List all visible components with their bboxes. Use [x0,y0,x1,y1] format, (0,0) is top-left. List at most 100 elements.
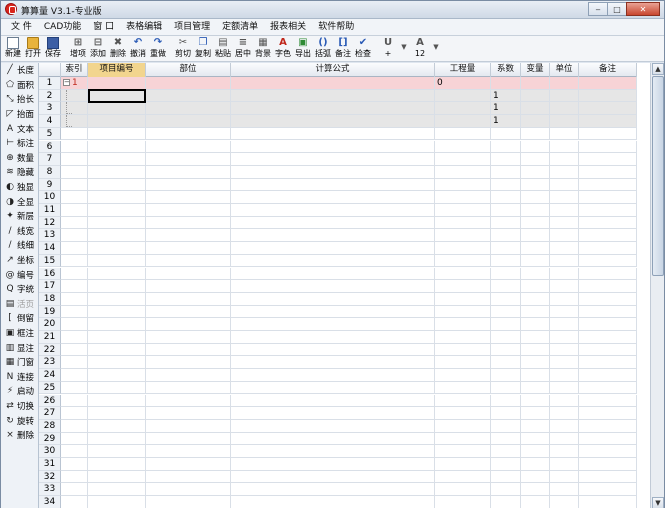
cell-part[interactable] [146,153,231,166]
cell-var[interactable] [521,102,550,116]
cell-unit[interactable] [550,254,579,268]
cell-var[interactable] [521,470,550,484]
sidebar-tool-4[interactable]: A 文本 [1,121,38,136]
row-number[interactable]: 9 [39,178,61,192]
cell-formula[interactable] [231,292,435,306]
sidebar-tool-21[interactable]: N 连接 [1,369,38,384]
sidebar-tool-15[interactable]: Q 字统 [1,282,38,297]
row-number[interactable]: 6 [39,140,61,154]
cell-coef[interactable] [491,445,521,458]
cell-formula[interactable] [231,458,435,471]
cell-formula[interactable] [231,483,435,497]
cell-formula[interactable] [231,115,435,128]
cell-formula[interactable] [231,305,435,319]
cell-unit[interactable] [550,445,579,458]
row-number[interactable]: 31 [39,458,61,471]
cell-qty[interactable] [435,394,491,408]
cell-coef[interactable] [491,204,521,217]
cell-part[interactable] [146,305,231,319]
row-number[interactable]: 24 [39,369,61,382]
cell-part[interactable] [146,216,231,230]
toolbar-button-6[interactable]: ↶ 撤消 [128,36,148,61]
cell-unit[interactable] [550,381,579,395]
cell-qty[interactable] [435,369,491,382]
sidebar-tool-0[interactable]: ╱ 长度 [1,63,38,78]
cell-code[interactable] [88,115,146,128]
cell-formula[interactable] [231,89,435,103]
row-number[interactable]: 30 [39,445,61,458]
cell-code[interactable] [88,267,146,281]
cell-var[interactable] [521,127,550,141]
cell-coef[interactable] [491,153,521,166]
cell-formula[interactable] [231,470,435,484]
cell-index[interactable] [61,445,88,458]
sidebar-tool-10[interactable]: ✦ 新层 [1,209,38,224]
cell-unit[interactable] [550,191,579,204]
row-number[interactable]: 28 [39,419,61,433]
cell-var[interactable] [521,254,550,268]
cell-note[interactable] [579,191,637,204]
cell-var[interactable] [521,204,550,217]
cell-coef[interactable] [491,305,521,319]
cell-unit[interactable] [550,407,579,420]
cell-qty[interactable] [435,140,491,154]
cell-formula[interactable] [231,153,435,166]
cell-unit[interactable] [550,165,579,179]
cell-formula[interactable] [231,381,435,395]
cell-unit[interactable] [550,483,579,497]
cell-var[interactable] [521,216,550,230]
row-number[interactable]: 16 [39,267,61,281]
toolbar-button-7[interactable]: ↷ 重做 [148,36,168,61]
cell-code[interactable] [88,394,146,408]
cell-qty[interactable] [435,216,491,230]
cell-qty[interactable] [435,356,491,370]
row-number[interactable]: 26 [39,394,61,408]
cell-coef[interactable] [491,216,521,230]
row-number[interactable]: 7 [39,153,61,166]
cell-code[interactable] [88,407,146,420]
cell-note[interactable] [579,458,637,471]
cell-var[interactable] [521,381,550,395]
cell-index[interactable] [61,496,88,508]
row-number[interactable]: 33 [39,483,61,497]
menu-item-2[interactable]: 窗 口 [87,19,120,35]
cell-qty[interactable] [435,381,491,395]
cell-coef[interactable] [491,191,521,204]
cell-note[interactable] [579,178,637,192]
cell-note[interactable] [579,432,637,446]
cell-part[interactable] [146,483,231,497]
cell-note[interactable] [579,204,637,217]
active-cell-cursor[interactable] [88,89,146,103]
sidebar-tool-16[interactable]: ▤ 活页 [1,297,38,312]
cell-index[interactable] [61,394,88,408]
sidebar-tool-9[interactable]: ◑ 全显 [1,194,38,209]
cell-note[interactable] [579,305,637,319]
cell-coef[interactable] [491,127,521,141]
cell-index[interactable] [61,407,88,420]
toolbar-button-1[interactable]: 打开 [23,36,43,61]
cell-qty[interactable] [435,458,491,471]
column-header-7[interactable]: 变量 [521,63,550,77]
toolbar-button-0[interactable]: 新建 [3,36,23,61]
cell-note[interactable] [579,89,637,103]
cell-unit[interactable] [550,216,579,230]
toolbar-button-17[interactable]: ✔ 检查 [353,36,373,61]
cell-qty[interactable] [435,305,491,319]
row-number[interactable]: 22 [39,343,61,357]
row-number[interactable]: 12 [39,216,61,230]
sidebar-tool-14[interactable]: @ 编号 [1,267,38,282]
cell-coef[interactable] [491,394,521,408]
cell-part[interactable] [146,331,231,344]
cell-code[interactable] [88,204,146,217]
cell-coef[interactable] [491,419,521,433]
sidebar-tool-23[interactable]: ⇄ 切换 [1,399,38,414]
sidebar-tool-1[interactable]: ⬠ 面积 [1,78,38,93]
cell-note[interactable] [579,470,637,484]
sidebar-tool-8[interactable]: ◐ 独显 [1,180,38,195]
cell-code[interactable] [88,153,146,166]
sidebar-tool-3[interactable]: ◸ 抬面 [1,107,38,122]
cell-var[interactable] [521,77,550,90]
cell-qty[interactable] [435,407,491,420]
cell-code[interactable] [88,305,146,319]
cell-code[interactable] [88,280,146,293]
